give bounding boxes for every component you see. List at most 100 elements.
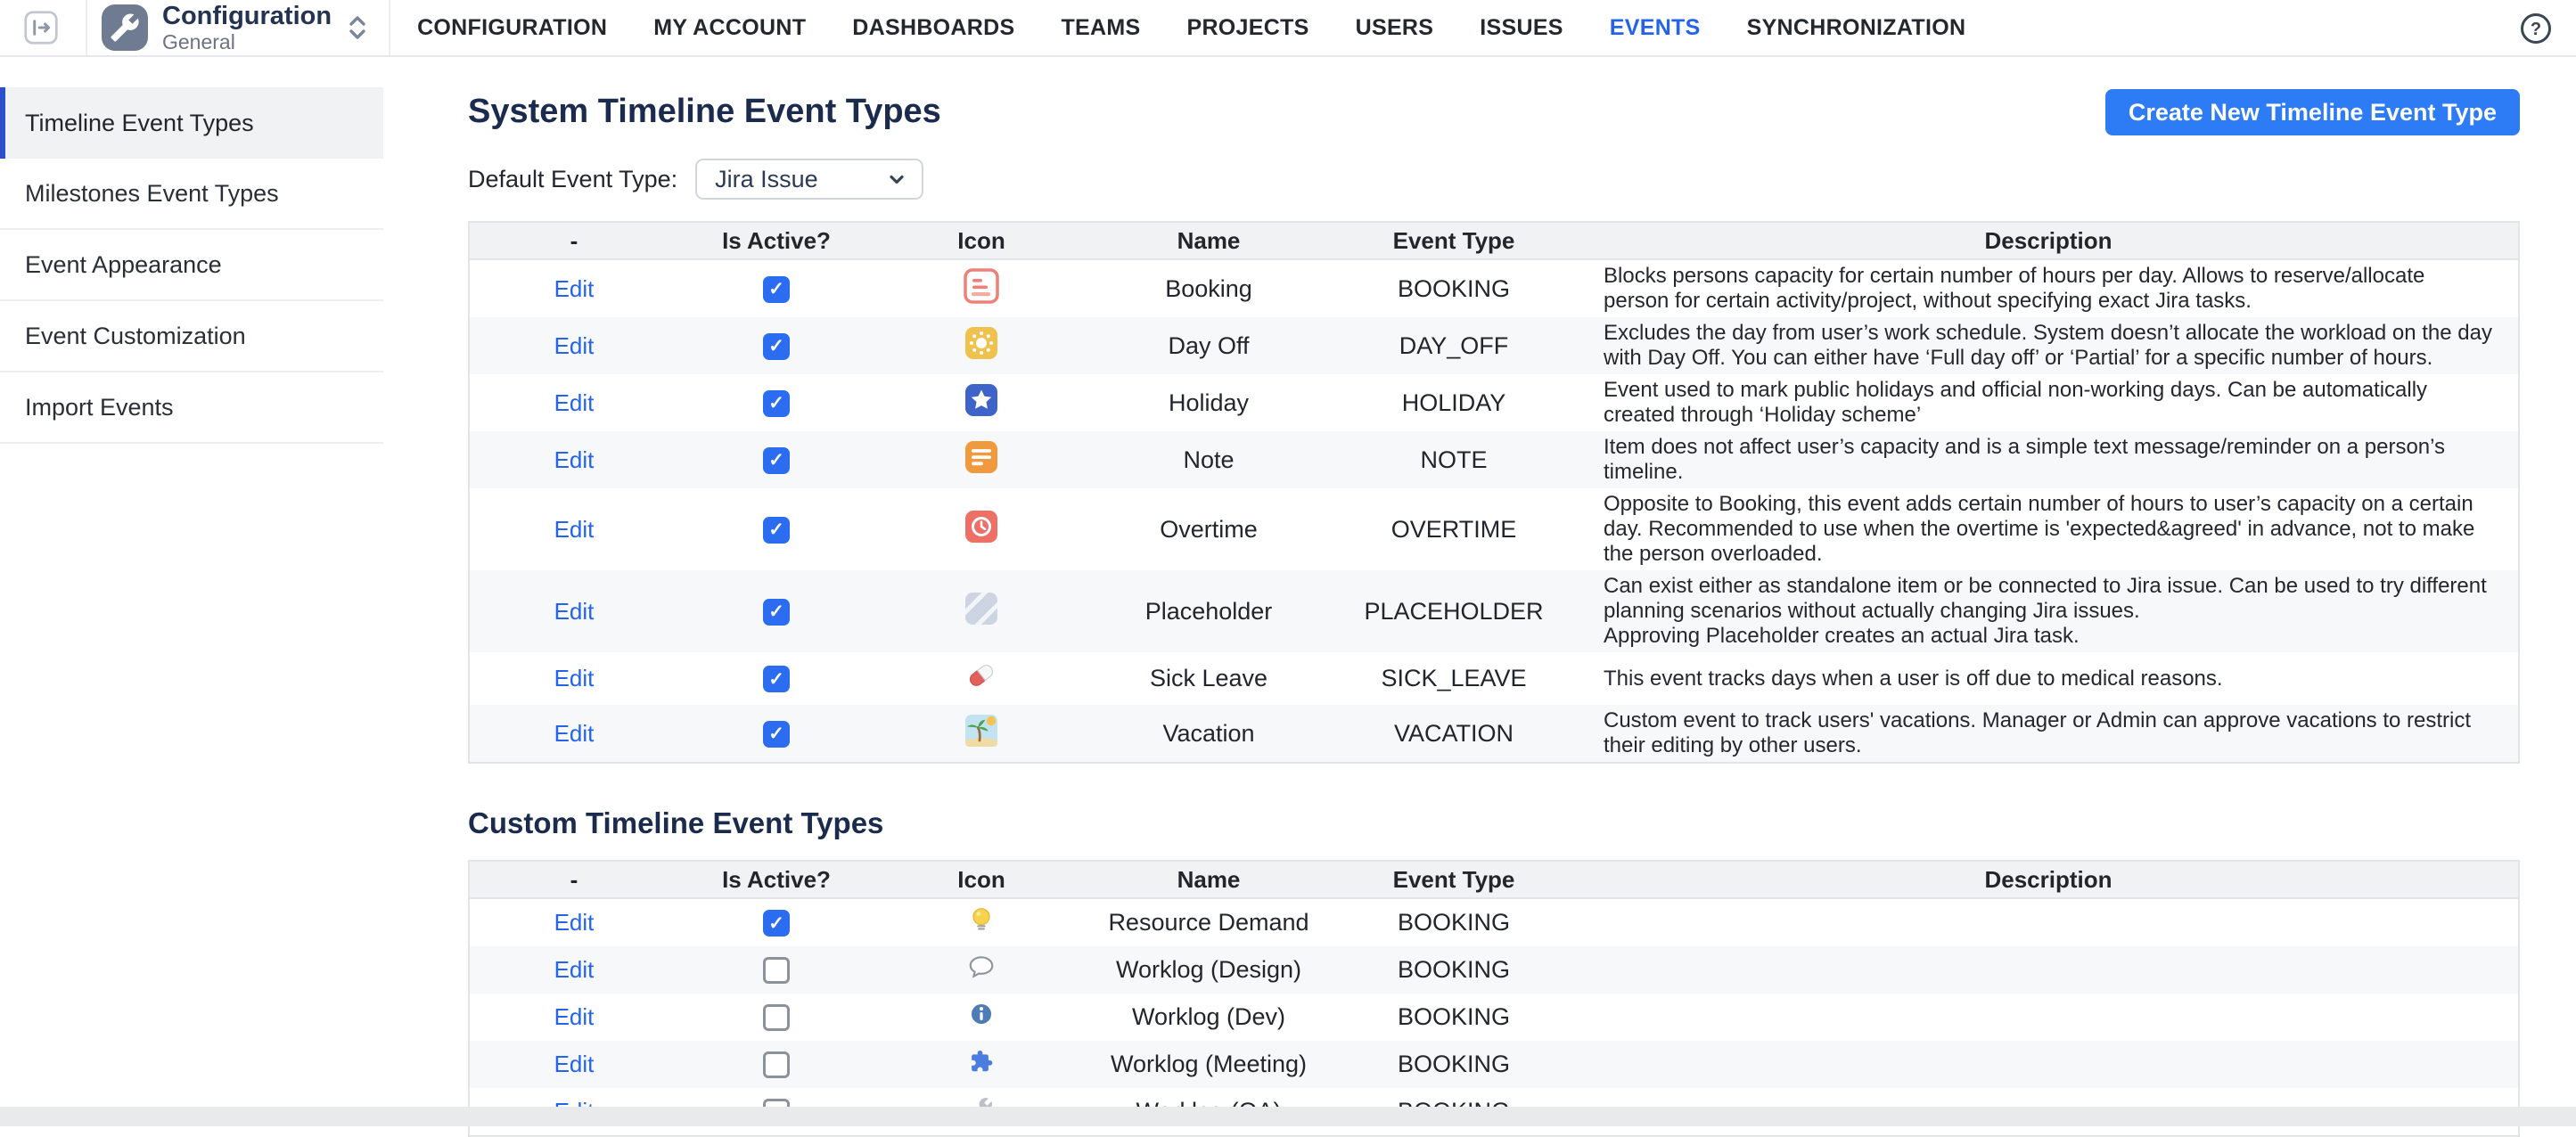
nav-item-users[interactable]: USERS: [1356, 15, 1434, 41]
event-name: Booking: [1088, 259, 1329, 317]
nav-item-issues[interactable]: ISSUES: [1480, 15, 1563, 41]
event-name: Note: [1088, 431, 1329, 488]
is-active-checkbox[interactable]: [763, 1051, 790, 1078]
event-description: Can exist either as standalone item or b…: [1579, 570, 2519, 652]
default-event-type-row: Default Event Type: Jira Issue: [468, 159, 2520, 200]
event-name: Vacation: [1088, 705, 1329, 763]
edit-link[interactable]: Edit: [554, 389, 595, 416]
default-event-type-label: Default Event Type:: [468, 166, 677, 193]
column-header-is-active: Is Active?: [678, 861, 874, 898]
event-name: Worklog (Design): [1088, 946, 1329, 994]
select-value: Jira Issue: [715, 166, 818, 193]
edit-link[interactable]: Edit: [554, 1003, 595, 1030]
edit-link[interactable]: Edit: [554, 516, 595, 543]
page-title: System Timeline Event Types: [468, 89, 941, 134]
info-icon: [965, 998, 997, 1030]
nav-item-dashboards[interactable]: DASHBOARDS: [852, 15, 1014, 41]
custom-event-types-table: -Is Active?IconNameEvent TypeDescription…: [468, 860, 2520, 1137]
svg-text:?: ?: [2531, 20, 2541, 39]
holiday-icon: [962, 380, 1001, 420]
speech-bubble-icon: [965, 951, 997, 983]
event-name: Worklog (Meeting): [1088, 1041, 1329, 1088]
event-description: Item does not affect user’s capacity and…: [1579, 431, 2519, 488]
sidebar-item-event-customization[interactable]: Event Customization: [0, 301, 383, 372]
is-active-checkbox[interactable]: [763, 390, 790, 417]
topbar-divider: [86, 0, 87, 55]
day-off-icon: [962, 323, 1001, 363]
is-active-checkbox[interactable]: [763, 276, 790, 303]
app-title: Configuration: [162, 2, 332, 30]
nav-item-synchronization[interactable]: SYNCHRONIZATION: [1747, 15, 1966, 41]
table-row: EditBookingBOOKINGBlocks persons capacit…: [469, 259, 2519, 317]
is-active-checkbox[interactable]: [763, 447, 790, 474]
table-row: EditOvertimeOVERTIMEOpposite to Booking,…: [469, 488, 2519, 570]
is-active-checkbox[interactable]: [763, 957, 790, 984]
event-type-code: BOOKING: [1329, 1041, 1579, 1088]
edit-link[interactable]: Edit: [554, 909, 595, 936]
help-icon[interactable]: ?: [2519, 12, 2553, 45]
event-name: Day Off: [1088, 317, 1329, 374]
event-name: Overtime: [1088, 488, 1329, 570]
table-row: EditWorklog (Dev)BOOKING: [469, 994, 2519, 1041]
column-header-event-type: Event Type: [1329, 861, 1579, 898]
edit-link[interactable]: Edit: [554, 956, 595, 983]
event-type-code: SICK_LEAVE: [1329, 652, 1579, 705]
default-event-type-select[interactable]: Jira Issue: [695, 159, 923, 200]
nav-item-projects[interactable]: PROJECTS: [1186, 15, 1309, 41]
event-type-code: DAY_OFF: [1329, 317, 1579, 374]
event-name: Sick Leave: [1088, 652, 1329, 705]
edit-link[interactable]: Edit: [554, 446, 595, 473]
is-active-checkbox[interactable]: [763, 517, 790, 544]
sidebar-item-timeline-event-types[interactable]: Timeline Event Types: [0, 87, 383, 159]
is-active-checkbox[interactable]: [763, 599, 790, 626]
event-description: Blocks persons capacity for certain numb…: [1579, 259, 2519, 317]
collapse-sidebar-icon[interactable]: [23, 10, 59, 45]
edit-link[interactable]: Edit: [554, 332, 595, 359]
app-switcher[interactable]: Configuration General: [102, 2, 369, 53]
sidebar-item-milestones-event-types[interactable]: Milestones Event Types: [0, 159, 383, 230]
column-header-dash: -: [469, 861, 678, 898]
nav-item-teams[interactable]: TEAMS: [1061, 15, 1140, 41]
event-description: [1579, 994, 2519, 1041]
edit-link[interactable]: Edit: [554, 720, 595, 747]
column-header-description: Description: [1579, 861, 2519, 898]
column-header-is-active: Is Active?: [678, 222, 874, 259]
event-type-code: BOOKING: [1329, 994, 1579, 1041]
event-type-code: VACATION: [1329, 705, 1579, 763]
nav-item-my-account[interactable]: MY ACCOUNT: [653, 15, 806, 41]
nav-item-configuration[interactable]: CONFIGURATION: [417, 15, 607, 41]
event-type-code: BOOKING: [1329, 946, 1579, 994]
sick-leave-icon: [962, 656, 1001, 695]
edit-link[interactable]: Edit: [554, 1051, 595, 1077]
event-type-code: BOOKING: [1329, 898, 1579, 946]
edit-link[interactable]: Edit: [554, 665, 595, 691]
chevron-down-icon: [886, 168, 907, 190]
bottom-strip: [0, 1107, 2576, 1126]
vacation-icon: [962, 711, 1001, 750]
sidebar-item-import-events[interactable]: Import Events: [0, 372, 383, 444]
table-row: EditNoteNOTEItem does not affect user’s …: [469, 431, 2519, 488]
column-header-icon: Icon: [874, 222, 1088, 259]
create-new-timeline-event-type-button[interactable]: Create New Timeline Event Type: [2105, 89, 2520, 135]
edit-link[interactable]: Edit: [554, 275, 595, 302]
is-active-checkbox[interactable]: [763, 666, 790, 692]
nav-item-events[interactable]: EVENTS: [1610, 15, 1701, 41]
event-description: [1579, 1041, 2519, 1088]
is-active-checkbox[interactable]: [763, 910, 790, 937]
is-active-checkbox[interactable]: [763, 1004, 790, 1031]
booking-icon: [962, 266, 1001, 306]
edit-link[interactable]: Edit: [554, 598, 595, 625]
is-active-checkbox[interactable]: [763, 333, 790, 360]
chevron-updown-icon[interactable]: [346, 12, 369, 43]
placeholder-icon: [962, 589, 1001, 628]
table-row: Edit Day OffDAY_OFFExcludes the day from …: [469, 317, 2519, 374]
event-name: Holiday: [1088, 374, 1329, 431]
table-row: EditSick LeaveSICK_LEAVEThis event track…: [469, 652, 2519, 705]
is-active-checkbox[interactable]: [763, 721, 790, 748]
event-description: Excludes the day from user’s work schedu…: [1579, 317, 2519, 374]
sidebar-item-event-appearance[interactable]: Event Appearance: [0, 230, 383, 301]
sidebar: Timeline Event TypesMilestones Event Typ…: [0, 57, 383, 1107]
event-type-code: HOLIDAY: [1329, 374, 1579, 431]
primary-nav: CONFIGURATION MY ACCOUNT DASHBOARDS TEAMS PR…: [417, 15, 1965, 41]
overtime-icon: [962, 507, 1001, 546]
